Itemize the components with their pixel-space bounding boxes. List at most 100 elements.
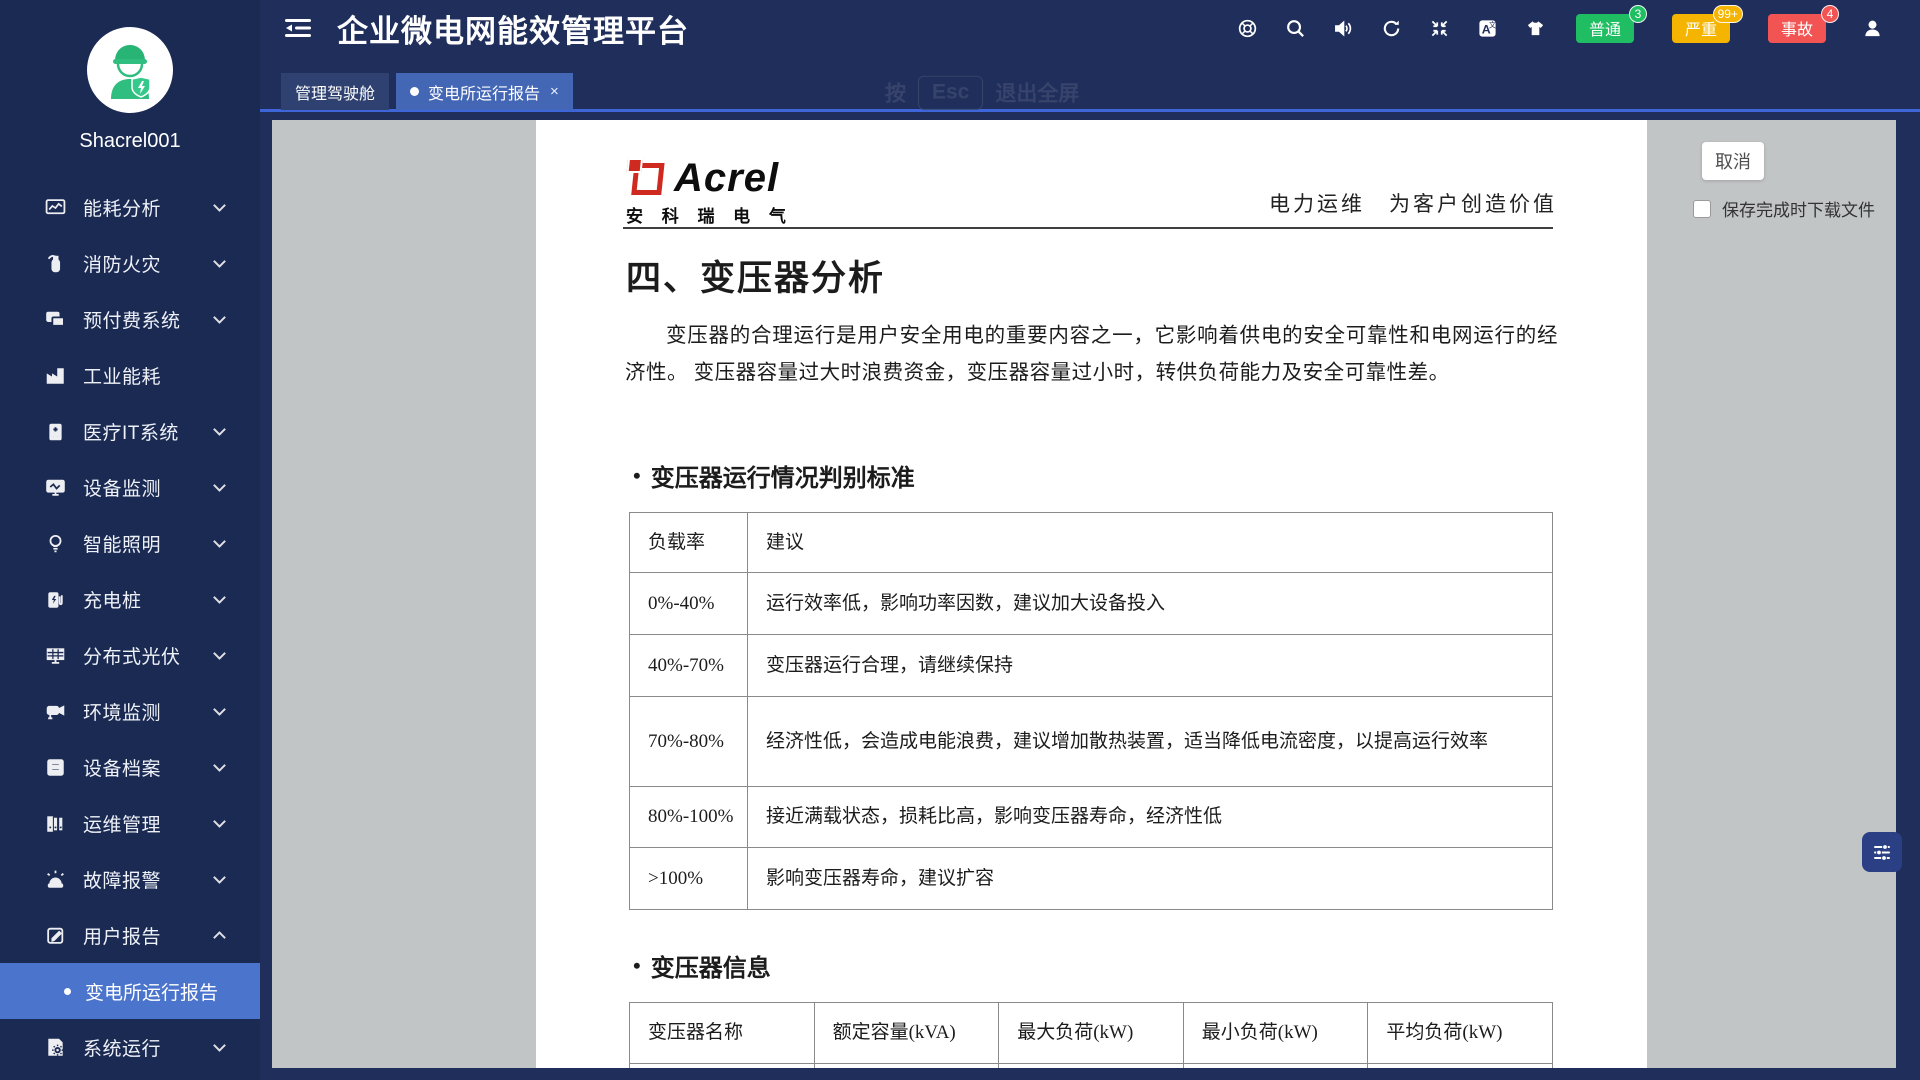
bullet-icon: • — [633, 463, 641, 489]
tab-管理驾驶舱[interactable]: 管理驾驶舱 — [281, 73, 389, 110]
refresh-icon[interactable] — [1380, 16, 1404, 40]
sidebar-item-label: 分布式光伏 — [83, 642, 215, 669]
sidebar-item-工业能耗[interactable]: 工业能耗 — [0, 347, 260, 403]
download-checkbox-label: 保存完成时下载文件 — [1722, 196, 1875, 221]
chevron-down-icon — [213, 647, 226, 660]
sidebar-item-label: 智能照明 — [83, 530, 215, 557]
top-bar: 企业微电网能效管理平台 A文 普通3 严重99+ 事故4 — [260, 0, 1920, 70]
sidebar-item-医疗IT系统[interactable]: 医疗IT系统 — [0, 403, 260, 459]
table-header-cell: 额定容量(kVA) — [814, 1003, 999, 1064]
report-header: Acrel 安 科 瑞 电 气 电力运维 为客户创造价值 — [626, 156, 1557, 228]
sidebar-item-分布式光伏[interactable]: 分布式光伏 — [0, 627, 260, 683]
esc-keycap: Esc — [918, 75, 983, 109]
table-cell — [999, 1064, 1184, 1069]
table-header-cell: 建议 — [748, 513, 1553, 573]
sidebar-item-label: 能耗分析 — [83, 194, 215, 221]
sidebar-item-label: 故障报警 — [83, 866, 215, 893]
table-header-cell: 变压器名称 — [630, 1003, 815, 1064]
fullscreen-hint: 按 Esc 退出全屏 — [885, 75, 1079, 109]
sidebar-item-用户报告[interactable]: 用户报告 — [0, 907, 260, 963]
avatar — [87, 27, 173, 113]
table-header-cell: 负载率 — [630, 513, 748, 573]
volume-icon[interactable] — [1332, 16, 1356, 40]
tabs: 管理驾驶舱变电所运行报告× — [281, 70, 580, 110]
hospital-icon — [44, 420, 66, 442]
table-cell: 80%-100% — [630, 787, 748, 848]
load-rate-table: 负载率建议0%-40%运行效率低，影响功率因数，建议加大设备投入40%-70%变… — [629, 512, 1553, 910]
tab-bar: 按 Esc 退出全屏 管理驾驶舱变电所运行报告× — [260, 70, 1920, 112]
sidebar-item-设备监测[interactable]: 设备监测 — [0, 459, 260, 515]
sidebar-item-智能照明[interactable]: 智能照明 — [0, 515, 260, 571]
sidebar-item-系统运行[interactable]: 系统运行 — [0, 1019, 260, 1075]
menu-fold-icon[interactable] — [285, 17, 311, 39]
download-checkbox[interactable] — [1693, 200, 1711, 218]
chevron-down-icon — [213, 1039, 226, 1052]
cancel-button[interactable]: 取消 — [1702, 142, 1764, 180]
chevron-down-icon — [213, 535, 226, 548]
table-cell: 接近满载状态，损耗比高，影响变压器寿命，经济性低 — [748, 787, 1553, 848]
sidebar-item-label: 环境监测 — [83, 698, 215, 725]
alert-button-普通[interactable]: 普通3 — [1576, 14, 1634, 43]
sidebar-item-label: 医疗IT系统 — [83, 418, 215, 445]
sidebar-item-label: 设备监测 — [83, 474, 215, 501]
report-page: Acrel 安 科 瑞 电 气 电力运维 为客户创造价值 四、变压器分析 变压器… — [536, 120, 1647, 1068]
chevron-up-icon — [213, 931, 226, 944]
translate-icon[interactable]: A文 — [1476, 16, 1500, 40]
exit-fullscreen-icon[interactable] — [1428, 16, 1452, 40]
alert-button-事故[interactable]: 事故4 — [1768, 14, 1826, 43]
alert-count-badge: 3 — [1629, 5, 1647, 23]
table-cell: 70%-80% — [630, 697, 748, 787]
sidebar-item-label: 用户报告 — [83, 922, 215, 949]
alarm-icon — [44, 868, 66, 890]
chevron-down-icon — [213, 591, 226, 604]
table-cell — [630, 1064, 815, 1069]
device-monitor-icon — [44, 476, 66, 498]
alert-count-badge: 4 — [1821, 5, 1839, 23]
tab-变电所运行报告[interactable]: 变电所运行报告× — [396, 73, 573, 110]
sidebar-item-充电桩[interactable]: 充电桩 — [0, 571, 260, 627]
alert-button-严重[interactable]: 严重99+ — [1672, 14, 1730, 43]
svg-text:文: 文 — [1489, 20, 1496, 29]
sidebar-item-label: 预付费系统 — [83, 306, 215, 333]
theme-icon[interactable] — [1524, 16, 1548, 40]
bullet-icon — [64, 988, 71, 995]
page-title: 企业微电网能效管理平台 — [337, 6, 689, 51]
sidebar-item-运维管理[interactable]: 运维管理 — [0, 795, 260, 851]
close-icon[interactable]: × — [550, 83, 559, 100]
chevron-down-icon — [213, 423, 226, 436]
fire-extinguisher-icon — [44, 252, 66, 274]
sidebar-menu: 能耗分析消防火灾预付费系统工业能耗医疗IT系统设备监测智能照明充电桩分布式光伏环… — [0, 179, 260, 1075]
table-cell — [1368, 1064, 1553, 1069]
sidebar-item-预付费系统[interactable]: 预付费系统 — [0, 291, 260, 347]
industry-icon — [44, 364, 66, 386]
subsection-title-2: • 变压器信息 — [633, 948, 771, 983]
chevron-down-icon — [213, 479, 226, 492]
chevron-down-icon — [213, 255, 226, 268]
table-row: 40%-70%变压器运行合理，请继续保持 — [630, 635, 1553, 697]
sidebar-item-消防火灾[interactable]: 消防火灾 — [0, 235, 260, 291]
sliders-icon — [1871, 841, 1893, 863]
table-cell: 0%-40% — [630, 573, 748, 635]
search-icon[interactable] — [1284, 16, 1308, 40]
sidebar-item-label: 系统运行 — [83, 1034, 215, 1061]
sidebar-item-故障报警[interactable]: 故障报警 — [0, 851, 260, 907]
acrel-logo-subtext: 安 科 瑞 电 气 — [626, 202, 793, 227]
sidebar-item-环境监测[interactable]: 环境监测 — [0, 683, 260, 739]
report-settings-fab[interactable] — [1862, 832, 1902, 872]
table-cell: 运行效率低，影响功率因数，建议加大设备投入 — [748, 573, 1553, 635]
user-icon[interactable] — [1860, 16, 1884, 40]
table-cell — [1183, 1064, 1368, 1069]
ev-charger-icon — [44, 588, 66, 610]
sidebar-subitem-变电所运行报告[interactable]: 变电所运行报告 — [0, 963, 260, 1019]
alert-count-badge: 99+ — [1713, 5, 1743, 23]
system-gear-icon — [44, 1036, 66, 1058]
content-area: Acrel 安 科 瑞 电 气 电力运维 为客户创造价值 四、变压器分析 变压器… — [260, 115, 1920, 1080]
brand-slogan: 电力运维 为客户创造价值 — [1269, 188, 1557, 218]
sidebar-item-设备档案[interactable]: 设备档案 — [0, 739, 260, 795]
support-icon[interactable] — [1236, 16, 1260, 40]
sidebar-item-能耗分析[interactable]: 能耗分析 — [0, 179, 260, 235]
table-row: >100%影响变压器寿命，建议扩容 — [630, 848, 1553, 910]
archive-icon — [44, 756, 66, 778]
sidebar-item-label: 充电桩 — [83, 586, 215, 613]
download-option: 保存完成时下载文件 — [1693, 196, 1875, 221]
